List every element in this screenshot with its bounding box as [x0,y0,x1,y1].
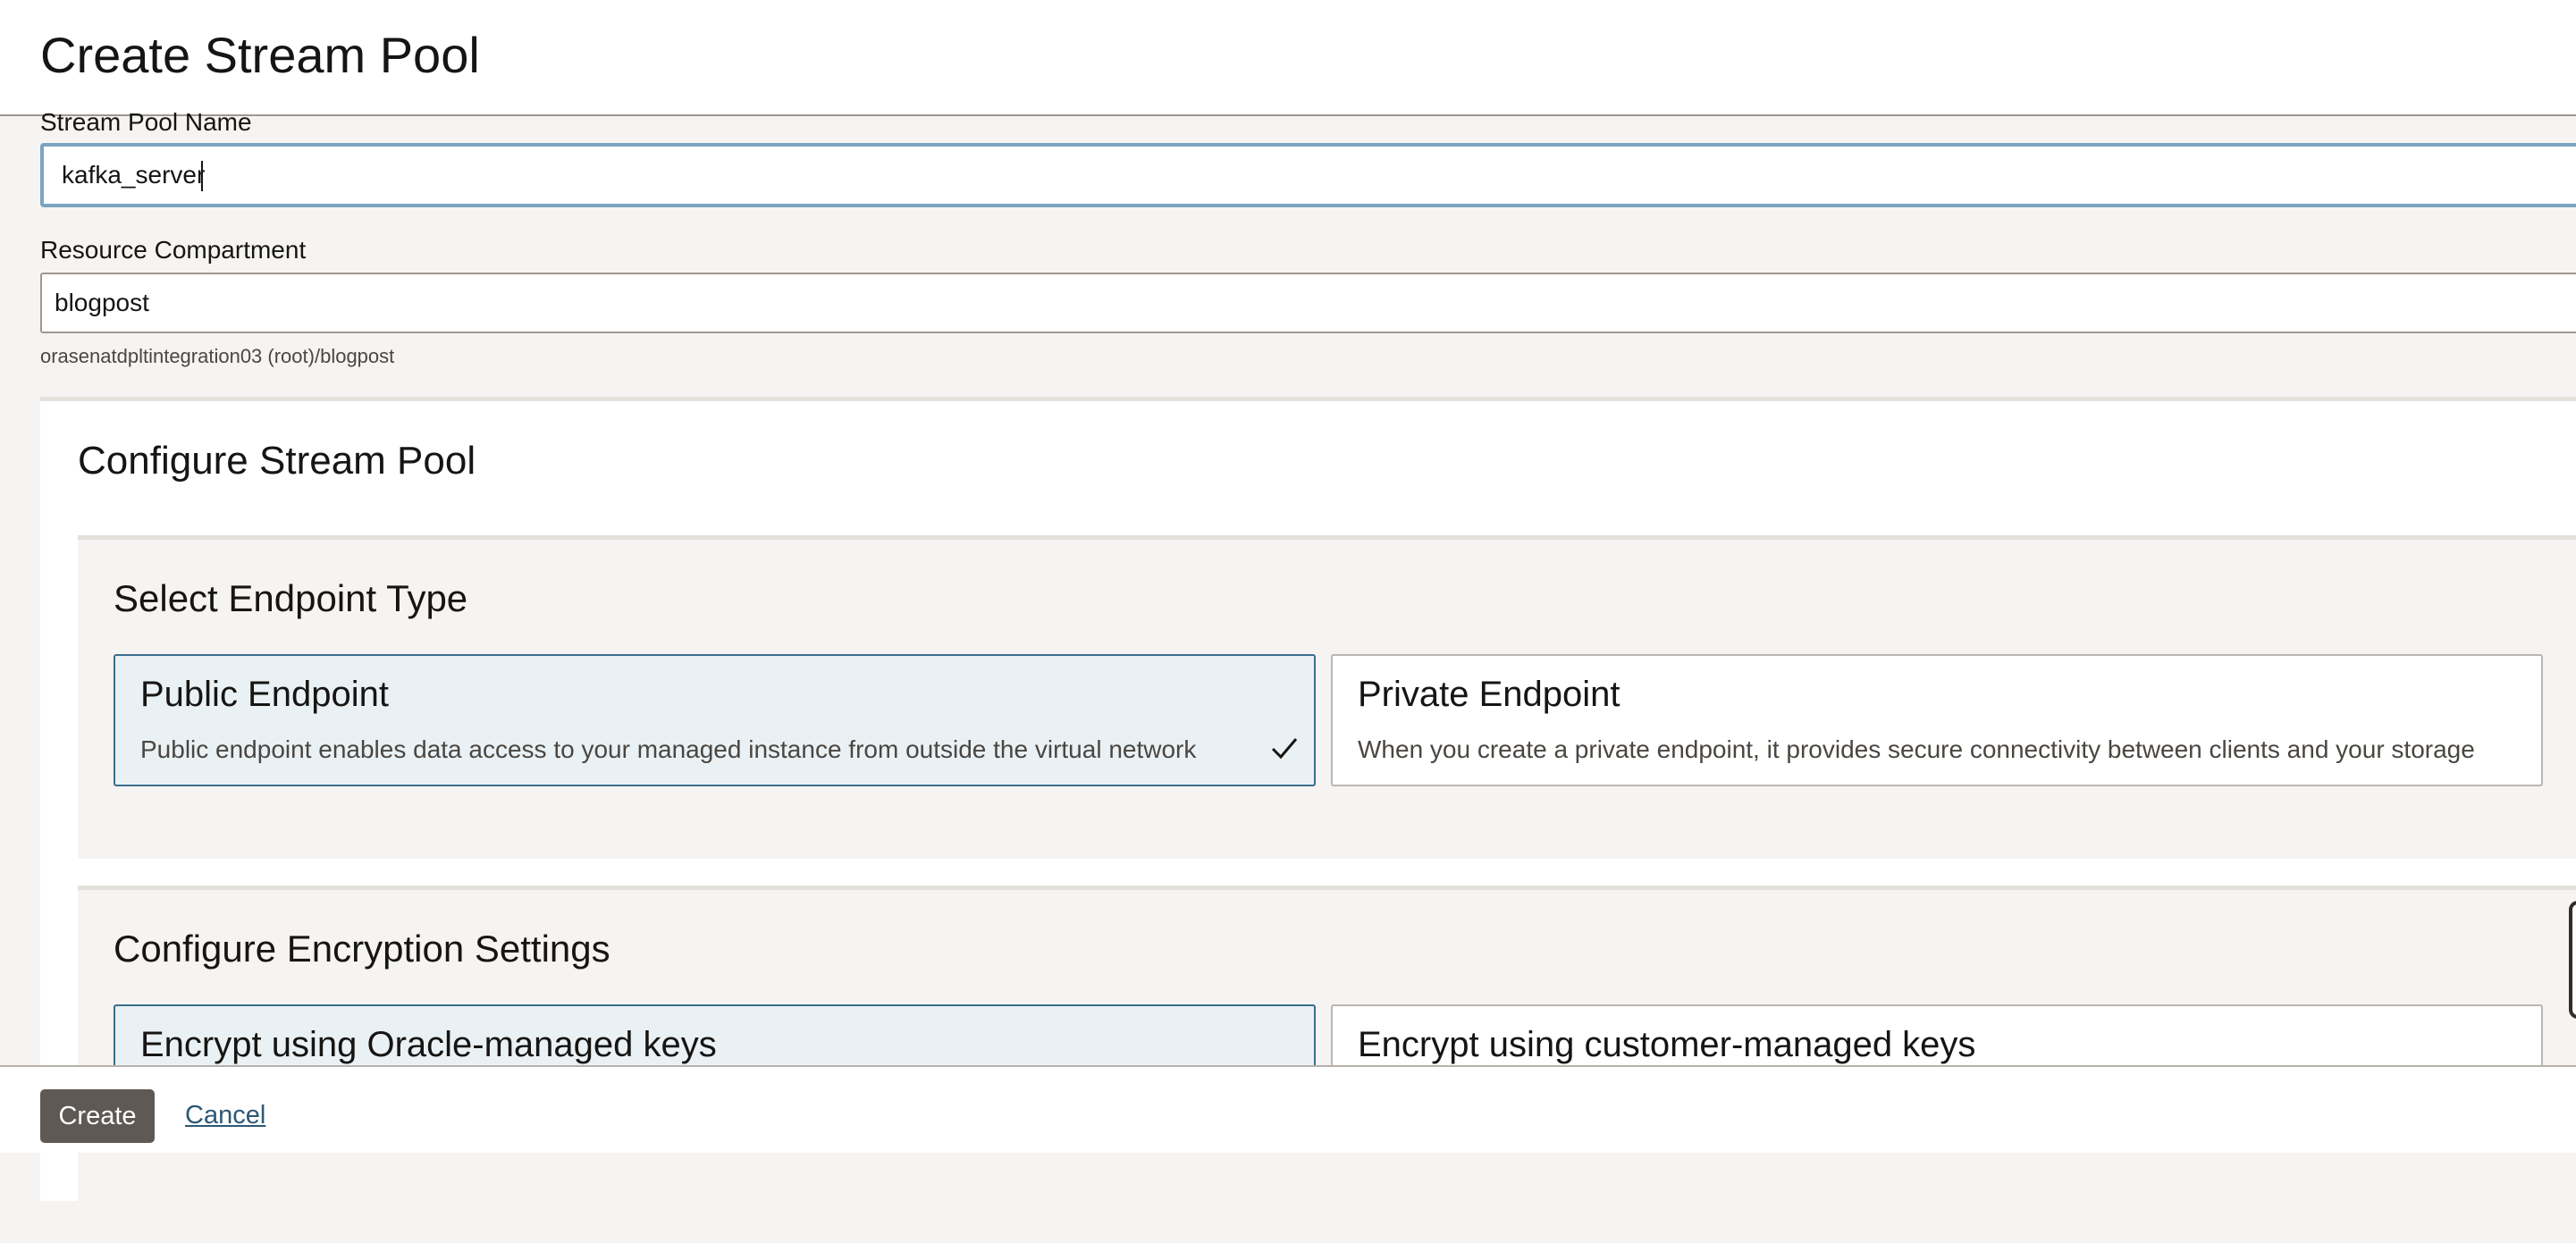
private-endpoint-option[interactable]: Private Endpoint When you create a priva… [1331,654,2543,786]
oracle-managed-keys-title: Encrypt using Oracle-managed keys [140,1025,717,1064]
create-button[interactable]: Create [40,1089,155,1143]
text-caret [201,161,203,191]
stream-pool-name-input[interactable] [40,143,2576,207]
encryption-settings-title: Configure Encryption Settings [114,928,610,970]
private-endpoint-title: Private Endpoint [1358,675,1621,714]
form-footer: Create Cancel [0,1065,2576,1153]
cancel-link[interactable]: Cancel [185,1101,265,1130]
public-endpoint-description: Public endpoint enables data access to y… [140,735,1197,763]
configure-stream-pool-title: Configure Stream Pool [78,439,476,483]
check-icon [1271,738,1298,760]
resource-compartment-label: Resource Compartment [40,236,307,264]
endpoint-type-panel: Select Endpoint Type Public Endpoint Pub… [78,535,2576,859]
endpoint-type-title: Select Endpoint Type [114,577,468,619]
customer-managed-keys-title: Encrypt using customer-managed keys [1358,1025,1976,1064]
page-header: Create Stream Pool [0,0,2576,116]
compartment-path-hint: orasenatdpltintegration03 (root)/blogpos… [40,345,395,367]
page-title: Create Stream Pool [40,27,480,83]
private-endpoint-description: When you create a private endpoint, it p… [1358,735,2475,763]
encryption-settings-panel: Configure Encryption Settings Encrypt us… [78,886,2576,1243]
stream-pool-name-label: Stream Pool Name [40,108,252,136]
public-endpoint-title: Public Endpoint [140,675,389,714]
resource-compartment-select[interactable] [40,273,2576,333]
scrollbar-thumb[interactable] [2569,901,2576,1019]
public-endpoint-option[interactable]: Public Endpoint Public endpoint enables … [114,654,1316,786]
